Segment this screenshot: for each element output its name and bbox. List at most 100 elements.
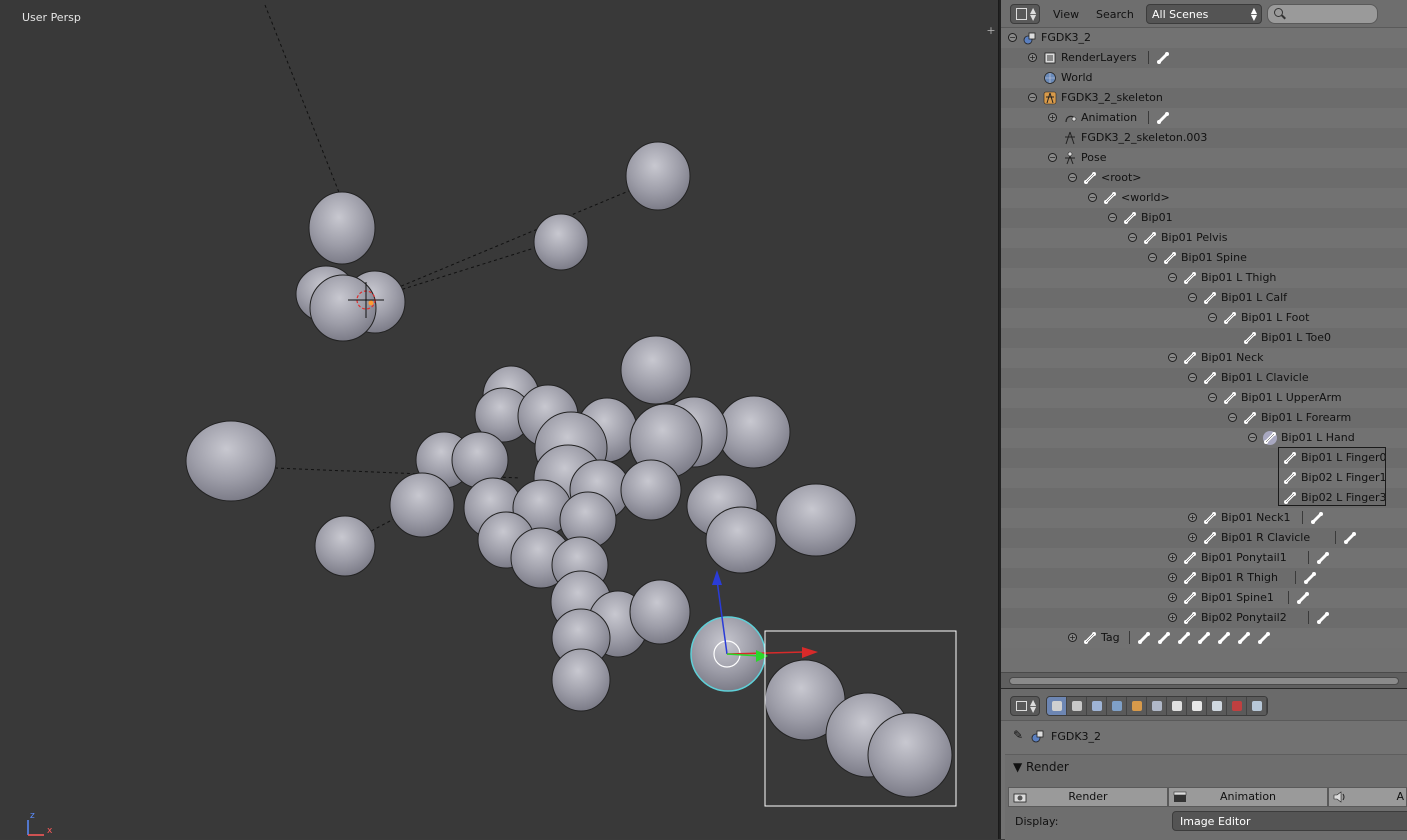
properties-editor[interactable]: ▲ ▼ ✎ FGDK3_2 ▼ Render Render Animation A: [1001, 688, 1407, 840]
tree-row-label[interactable]: Bip01 Spine: [1181, 251, 1247, 264]
tree-row[interactable]: FGDK3_2_skeleton.003: [1001, 128, 1407, 148]
tree-row-label[interactable]: RenderLayers: [1061, 51, 1137, 64]
collapse-icon[interactable]: −: [1228, 413, 1237, 422]
tree-row-label[interactable]: <root>: [1101, 171, 1142, 184]
audio-button[interactable]: A: [1328, 787, 1407, 807]
tree-row-label[interactable]: Bip01 L Thigh: [1201, 271, 1276, 284]
tree-row-label[interactable]: Animation: [1081, 111, 1137, 124]
child-bone-icon[interactable]: [1197, 631, 1211, 645]
tree-row-label[interactable]: FGDK3_2_skeleton: [1061, 91, 1163, 104]
tree-row-label[interactable]: FGDK3_2: [1041, 31, 1091, 44]
child-bone-icon[interactable]: [1217, 631, 1231, 645]
tree-row[interactable]: + RenderLayers: [1001, 48, 1407, 68]
child-bone-icon[interactable]: [1310, 511, 1324, 525]
child-bone-icon[interactable]: [1316, 611, 1330, 625]
tree-row-label[interactable]: Bip01 L Calf: [1221, 291, 1287, 304]
tree-row[interactable]: + Bip01 Neck1: [1001, 508, 1407, 528]
child-bone-icon[interactable]: [1137, 631, 1151, 645]
collapse-icon[interactable]: −: [1028, 93, 1037, 102]
child-bone-icon[interactable]: [1156, 111, 1170, 125]
display-select[interactable]: Image Editor: [1172, 811, 1407, 831]
display-mode-select[interactable]: All Scenes ▲ ▼: [1146, 4, 1262, 24]
horizontal-scrollbar[interactable]: [1001, 672, 1407, 688]
properties-tab[interactable]: [1187, 697, 1207, 715]
plus-icon[interactable]: +: [985, 25, 997, 37]
collapse-icon[interactable]: −: [1168, 353, 1177, 362]
child-bone-icon[interactable]: [1257, 631, 1271, 645]
tree-row[interactable]: − Bip01 L Hand: [1001, 428, 1407, 448]
expand-icon[interactable]: +: [1168, 553, 1177, 562]
tree-row-label[interactable]: Bip01 R Clavicle: [1221, 531, 1310, 544]
editor-type-button[interactable]: ▲ ▼: [1010, 696, 1040, 716]
tree-row[interactable]: − Pose: [1001, 148, 1407, 168]
collapse-icon[interactable]: −: [1008, 33, 1017, 42]
collapse-icon[interactable]: −: [1248, 433, 1257, 442]
collapse-icon[interactable]: −: [1068, 173, 1077, 182]
tree-row-label[interactable]: Bip01 L Hand: [1281, 431, 1355, 444]
tree-row[interactable]: − Bip01: [1001, 208, 1407, 228]
tree-row[interactable]: + Bip02 Ponytail2: [1001, 608, 1407, 628]
tree-row[interactable]: − Bip01 L Forearm: [1001, 408, 1407, 428]
child-bone-icon[interactable]: [1343, 531, 1357, 545]
tree-row[interactable]: − Bip01 Neck: [1001, 348, 1407, 368]
expand-icon[interactable]: +: [1168, 573, 1177, 582]
child-bone-icon[interactable]: [1177, 631, 1191, 645]
search-input[interactable]: [1267, 4, 1378, 24]
tree-row[interactable]: + Animation: [1001, 108, 1407, 128]
tree-row-label[interactable]: Bip01 L Forearm: [1261, 411, 1351, 424]
scrollbar-thumb[interactable]: [1009, 677, 1399, 685]
collapse-icon[interactable]: −: [1128, 233, 1137, 242]
tree-row-label[interactable]: Bip01 Ponytail1: [1201, 551, 1287, 564]
tree-row[interactable]: − FGDK3_2_skeleton: [1001, 88, 1407, 108]
collapse-icon[interactable]: −: [1108, 213, 1117, 222]
properties-tab[interactable]: [1147, 697, 1167, 715]
tree-row-label[interactable]: Bip01: [1141, 211, 1173, 224]
tree-row[interactable]: − Bip01 L Thigh: [1001, 268, 1407, 288]
properties-tab[interactable]: [1087, 697, 1107, 715]
properties-tabs[interactable]: [1046, 696, 1268, 716]
tree-row[interactable]: + Tag: [1001, 628, 1407, 648]
properties-tab[interactable]: [1227, 697, 1247, 715]
tree-row[interactable]: Bip01 L Toe0: [1001, 328, 1407, 348]
child-bone-icon[interactable]: [1316, 551, 1330, 565]
child-bone-icon[interactable]: [1237, 631, 1251, 645]
tree-row-label[interactable]: Tag: [1101, 631, 1120, 644]
tree-row-label[interactable]: Bip01 Pelvis: [1161, 231, 1227, 244]
tree-row[interactable]: World: [1001, 68, 1407, 88]
tree-row-label[interactable]: <world>: [1121, 191, 1170, 204]
tree-row[interactable]: − FGDK3_2: [1001, 28, 1407, 48]
expand-icon[interactable]: +: [1068, 633, 1077, 642]
tree-row[interactable]: + Bip01 Spine1: [1001, 588, 1407, 608]
properties-tab[interactable]: [1067, 697, 1087, 715]
properties-tab[interactable]: [1127, 697, 1147, 715]
child-bone-icon[interactable]: [1156, 51, 1170, 65]
tree-row[interactable]: − Bip01 L Clavicle: [1001, 368, 1407, 388]
collapse-icon[interactable]: −: [1188, 293, 1197, 302]
tree-row-label[interactable]: Bip01 Spine1: [1201, 591, 1274, 604]
properties-tab[interactable]: [1047, 697, 1067, 715]
collapse-icon[interactable]: −: [1048, 153, 1057, 162]
collapse-icon[interactable]: −: [1148, 253, 1157, 262]
tree-row-label[interactable]: Pose: [1081, 151, 1106, 164]
tree-row[interactable]: − <root>: [1001, 168, 1407, 188]
properties-tab[interactable]: [1247, 697, 1267, 715]
3d-viewport[interactable]: User Persp + z x: [0, 0, 999, 839]
tree-row-label[interactable]: FGDK3_2_skeleton.003: [1081, 131, 1207, 144]
tree-row-label[interactable]: World: [1061, 71, 1093, 84]
render-panel-title[interactable]: ▼ Render: [1013, 760, 1069, 774]
tree-row[interactable]: − Bip01 Pelvis: [1001, 228, 1407, 248]
expand-icon[interactable]: +: [1168, 593, 1177, 602]
expand-icon[interactable]: +: [1188, 533, 1197, 542]
tree-row-label[interactable]: Bip02 Ponytail2: [1201, 611, 1287, 624]
menu-search[interactable]: Search: [1096, 8, 1134, 21]
menu-view[interactable]: View: [1053, 8, 1079, 21]
collapse-icon[interactable]: −: [1168, 273, 1177, 282]
tree-row-label[interactable]: Bip01 R Thigh: [1201, 571, 1278, 584]
collapse-icon[interactable]: −: [1088, 193, 1097, 202]
expand-icon[interactable]: +: [1048, 113, 1057, 122]
properties-tab[interactable]: [1207, 697, 1227, 715]
properties-tab[interactable]: [1167, 697, 1187, 715]
tree-row[interactable]: + Bip01 R Thigh: [1001, 568, 1407, 588]
tree-row-label[interactable]: Bip01 L UpperArm: [1241, 391, 1342, 404]
tree-row-label[interactable]: Bip01 Neck: [1201, 351, 1264, 364]
